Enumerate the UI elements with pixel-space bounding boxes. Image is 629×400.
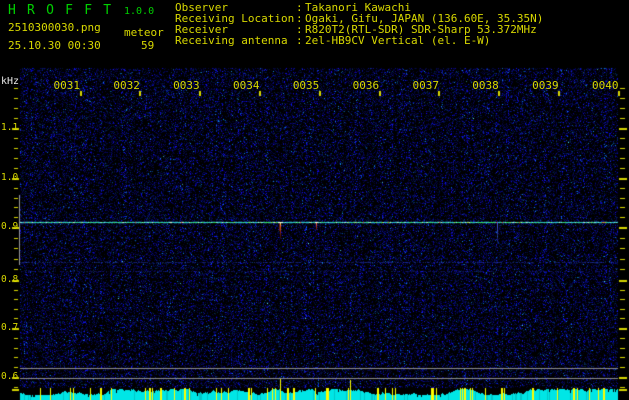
time-tick-label: 0037	[412, 79, 439, 92]
time-tick-label: 0038	[472, 79, 499, 92]
hrofft-output-image: H R O F F T 1.0.0 2510300030.png meteor …	[0, 0, 629, 400]
info-label: Receiving antenna	[175, 34, 288, 47]
freq-tick-label: 0.6	[1, 371, 19, 382]
time-tick-label: 0033	[173, 79, 200, 92]
info-value: 2el-HB9CV Vertical (el. E-W)	[305, 34, 491, 47]
time-tick-label: 0039	[532, 79, 559, 92]
time-tick-label: 0032	[113, 79, 140, 92]
time-tick-label: 0035	[292, 79, 320, 92]
freq-axis-unit: kHz	[1, 76, 20, 87]
time-tick-label: 0040	[591, 79, 619, 92]
timestamp: 25.10.30 00:30	[8, 39, 101, 52]
output-filename: 2510300030.png	[8, 21, 101, 34]
freq-tick-label: 0.8	[1, 274, 19, 285]
mode-label: meteor	[124, 26, 164, 39]
app-title: H R O F F T	[8, 3, 113, 18]
freq-tick-label: 1.0	[1, 172, 19, 183]
freq-tick-label: 0.9	[1, 221, 19, 232]
freq-tick-label: 1.1	[1, 122, 19, 133]
spectrogram-canvas	[0, 0, 629, 400]
time-tick-label: 0031	[53, 79, 81, 92]
info-colon: :	[296, 34, 303, 47]
freq-tick-label: 0.7	[1, 322, 19, 333]
echo-count: 59	[141, 39, 155, 52]
time-tick-label: 0036	[352, 79, 380, 92]
app-version: 1.0.0	[124, 6, 155, 17]
time-tick-label: 0034	[232, 79, 260, 92]
